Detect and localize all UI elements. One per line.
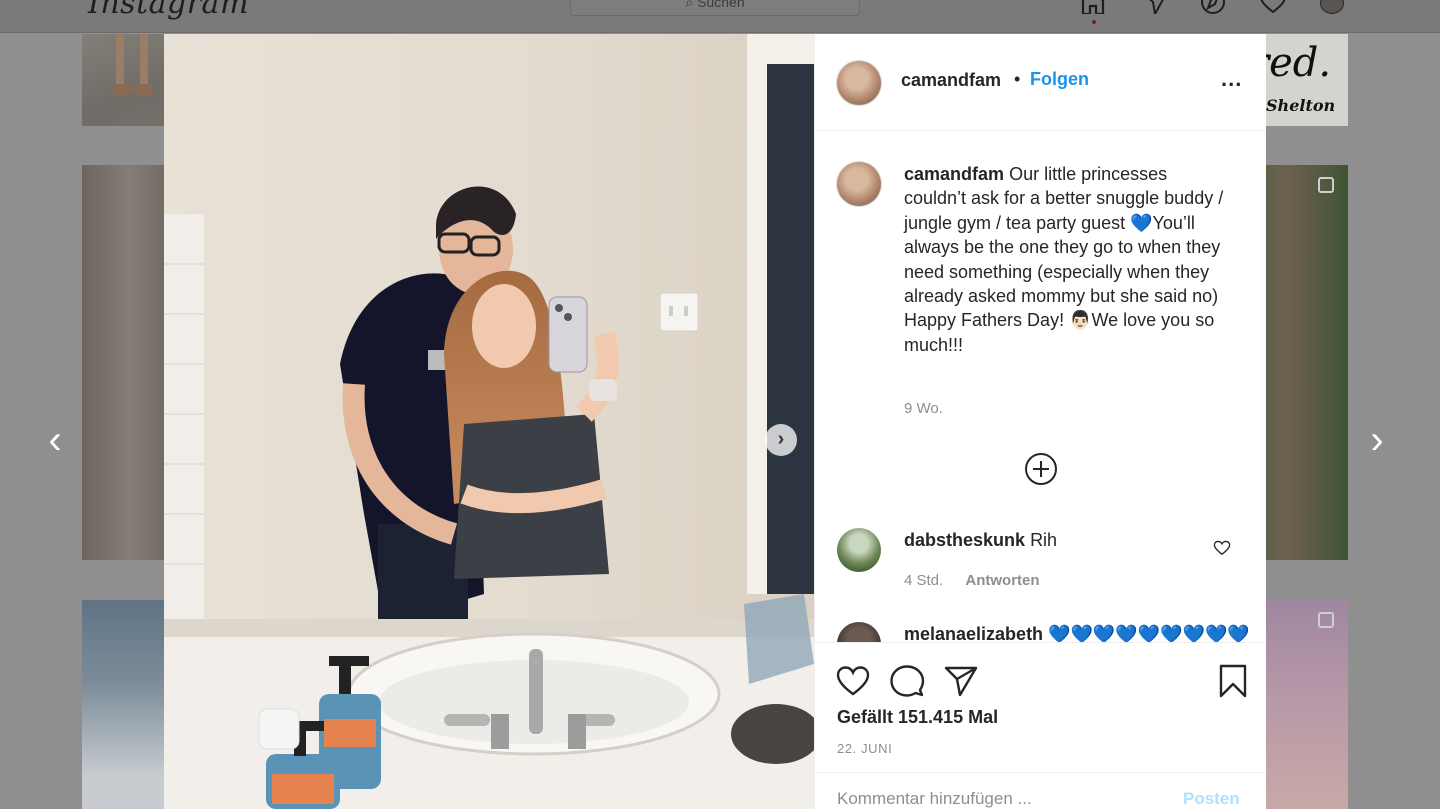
share-direct-icon[interactable] <box>943 663 979 699</box>
profile-avatar[interactable] <box>1320 0 1344 14</box>
add-comment-input[interactable] <box>837 789 1157 809</box>
more-options-icon[interactable]: ... <box>1221 66 1242 92</box>
comment: dabstheskunk Rih <box>904 530 1057 551</box>
comment-username[interactable]: dabstheskunk <box>904 530 1025 550</box>
commenter-avatar[interactable] <box>837 622 881 642</box>
post-comment-button[interactable]: Posten <box>1183 789 1240 809</box>
caption-timestamp[interactable]: 9 Wo. <box>904 400 943 417</box>
author-avatar[interactable] <box>837 61 881 105</box>
carousel-next-icon[interactable]: › <box>765 424 797 456</box>
notification-dot <box>1092 20 1096 24</box>
comment-text: 💙💙💙💙💙💙💙💙💙 <box>1048 624 1250 642</box>
caption-author-avatar[interactable] <box>837 162 881 206</box>
activity-heart-icon[interactable] <box>1260 0 1286 14</box>
tile-author-text: Shelton <box>1266 96 1336 115</box>
multi-image-icon <box>1318 612 1334 628</box>
post-sidebar: camandfam • Folgen ... camandfam Our lit… <box>814 34 1266 809</box>
top-nav-bar: Instagram ⌕ Suchen <box>0 0 1440 33</box>
explore-icon[interactable] <box>1200 0 1226 14</box>
caption-text: Our little princesses couldn’t ask for a… <box>904 164 1224 355</box>
comment-username[interactable]: melanaelizabeth <box>904 624 1043 642</box>
comment-like-heart-icon[interactable] <box>1213 539 1231 557</box>
reply-button[interactable]: Antworten <box>965 572 1039 589</box>
add-comment-bar: Posten <box>815 772 1266 809</box>
multi-image-icon <box>1318 177 1334 193</box>
comment: melanaelizabeth 💙💙💙💙💙💙💙💙💙 <box>904 624 1250 642</box>
comment-meta: 4 Std. Antworten <box>904 572 1040 589</box>
post-photo[interactable]: › <box>164 34 814 809</box>
post-actions: Gefällt 151.415 Mal 22. JUNI <box>815 642 1266 772</box>
post-modal: › camandfam • Folgen ... camandfam Our l… <box>164 34 1266 809</box>
instagram-logo[interactable]: Instagram <box>88 0 249 21</box>
commenter-avatar[interactable] <box>837 528 881 572</box>
home-icon[interactable] <box>1080 0 1106 14</box>
search-input[interactable]: ⌕ Suchen <box>570 0 860 16</box>
likes-count[interactable]: Gefällt 151.415 Mal <box>837 707 998 728</box>
post-caption: camandfam Our little princesses couldn’t… <box>904 162 1234 357</box>
comment-bubble-icon[interactable] <box>889 663 925 699</box>
next-post-arrow-icon[interactable]: › <box>1362 420 1392 462</box>
separator-dot: • <box>1014 69 1021 89</box>
post-header: camandfam • Folgen ... <box>815 34 1266 131</box>
post-date[interactable]: 22. JUNI <box>837 741 892 756</box>
search-placeholder: Suchen <box>697 0 745 10</box>
comment-text: Rih <box>1030 530 1058 550</box>
load-more-comments-icon[interactable] <box>1024 452 1058 486</box>
save-bookmark-icon[interactable] <box>1215 663 1251 699</box>
mirror-selfie-image <box>164 34 814 809</box>
like-heart-icon[interactable] <box>835 663 871 699</box>
comments-section[interactable]: camandfam Our little princesses couldn’t… <box>815 132 1266 642</box>
follow-button[interactable]: Folgen <box>1030 69 1089 90</box>
previous-post-arrow-icon[interactable]: ‹ <box>40 420 70 462</box>
direct-icon[interactable] <box>1142 0 1168 14</box>
comment-timestamp[interactable]: 4 Std. <box>904 572 943 589</box>
author-username[interactable]: camandfam <box>901 70 1001 91</box>
caption-username[interactable]: camandfam <box>904 164 1004 184</box>
